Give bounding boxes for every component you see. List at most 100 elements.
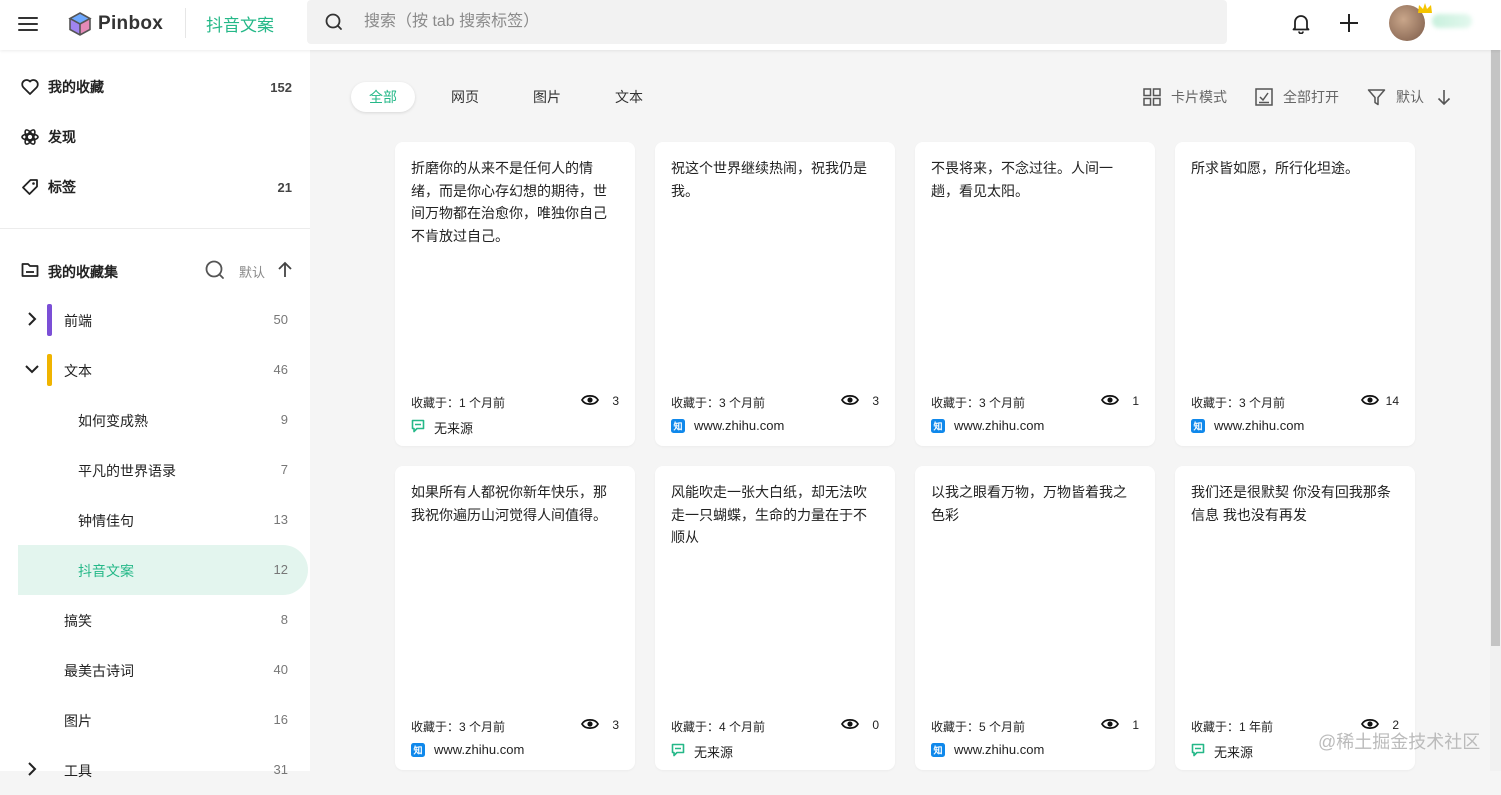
card-mode-button[interactable]: 卡片模式 <box>1143 86 1227 108</box>
folder-beloved-quotes[interactable]: 钟情佳句 13 <box>0 495 310 545</box>
card-saved-time: 收藏于：4 个月前 <box>671 720 766 734</box>
bookmark-card[interactable]: 如果所有人都祝你新年快乐，那我祝你遍历山河觉得人间值得。 收藏于：3 个月前 3 知 w… <box>395 466 635 770</box>
sort-descending-icon[interactable] <box>1435 88 1453 108</box>
card-saved-time: 收藏于：3 个月前 <box>671 396 766 410</box>
card-text: 风能吹走一张大白纸，却无法吹走一只蝴蝶，生命的力量在于不顺从 <box>671 484 867 545</box>
add-icon[interactable] <box>1338 12 1360 34</box>
eye-icon <box>1361 394 1379 406</box>
folder-count: 16 <box>273 712 288 727</box>
folder-text[interactable]: 文本 46 <box>0 345 310 395</box>
bookmark-card[interactable]: 所求皆如愿，所行化坦途。 收藏于：3 个月前 14 知 www.zhihu.com <box>1175 142 1415 446</box>
bookmark-card[interactable]: 我们还是很默契 你没有回我那条信息 我也没有再发 收藏于：1 年前 2 无来源 <box>1175 466 1415 770</box>
folder-color-bar <box>47 354 52 386</box>
folder-count: 9 <box>280 412 288 427</box>
chevron-right-icon[interactable] <box>24 311 40 327</box>
chevron-down-icon[interactable] <box>24 361 40 377</box>
search-input[interactable] <box>362 12 1186 32</box>
filter-icon <box>1367 88 1386 105</box>
no-source-icon <box>411 419 425 433</box>
nav-label: 发现 <box>48 129 76 145</box>
notification-bell-icon[interactable] <box>1290 12 1312 34</box>
folder-funny[interactable]: 搞笑 8 <box>0 595 310 645</box>
bookmark-card[interactable]: 风能吹走一张大白纸，却无法吹走一只蝴蝶，生命的力量在于不顺从 收藏于：4 个月前 0… <box>655 466 895 770</box>
folder-poems[interactable]: 最美古诗词 40 <box>0 645 310 695</box>
card-text: 如果所有人都祝你新年快乐，那我祝你遍历山河觉得人间值得。 <box>411 484 607 523</box>
folder-douyin-copy[interactable]: 抖音文案 12 <box>18 545 308 595</box>
filter-webpage[interactable]: 网页 <box>433 82 497 112</box>
eye-icon <box>1101 718 1119 730</box>
folder-ordinary-world[interactable]: 平凡的世界语录 7 <box>0 445 310 495</box>
card-text: 折磨你的从来不是任何人的情绪，而是你心存幻想的期待，世间万物都在治愈你，唯独你自… <box>411 160 607 244</box>
card-view-count: 3 <box>872 394 879 408</box>
zhihu-icon: 知 <box>931 743 945 757</box>
folder-label: 抖音文案 <box>78 563 134 579</box>
sidebar-item-favorites[interactable]: 我的收藏 152 <box>0 67 310 107</box>
card-source[interactable]: www.zhihu.com <box>1214 418 1304 433</box>
card-source[interactable]: 无来源 <box>1214 742 1253 761</box>
folder-color-bar <box>47 304 52 336</box>
bookmark-card[interactable]: 折磨你的从来不是任何人的情绪，而是你心存幻想的期待，世间万物都在治愈你，唯独你自… <box>395 142 635 446</box>
watermark-text: @稀土掘金技术社区 <box>1318 732 1481 752</box>
card-saved-time: 收藏于：3 个月前 <box>931 396 1026 410</box>
card-source[interactable]: 无来源 <box>434 418 473 437</box>
bookmark-card[interactable]: 祝这个世界继续热闹，祝我仍是我。 收藏于：3 个月前 3 知 www.zhihu.com <box>655 142 895 446</box>
card-source[interactable]: www.zhihu.com <box>954 742 1044 757</box>
search-icon <box>325 13 342 30</box>
chevron-right-icon[interactable] <box>24 761 40 777</box>
tag-icon <box>22 179 38 195</box>
nav-label: 标签 <box>48 179 76 195</box>
scrollbar[interactable] <box>1490 50 1501 771</box>
folder-label: 工具 <box>64 763 92 779</box>
card-saved-time: 收藏于：1 年前 <box>1191 720 1274 734</box>
app-logo[interactable]: Pinbox <box>68 9 163 39</box>
top-header: Pinbox 抖音文案 <box>0 0 1501 50</box>
scrollbar-thumb[interactable] <box>1491 50 1500 646</box>
folder-label: 搞笑 <box>64 613 92 629</box>
folder-how-to-mature[interactable]: 如何变成熟 9 <box>0 395 310 445</box>
folder-frontend[interactable]: 前端 50 <box>0 295 310 345</box>
filter-all[interactable]: 全部 <box>351 82 415 112</box>
folder-images[interactable]: 图片 16 <box>0 695 310 745</box>
zhihu-icon: 知 <box>411 743 425 757</box>
bookmark-card[interactable]: 以我之眼看万物，万物皆着我之色彩 收藏于：5 个月前 1 知 www.zhihu.com <box>915 466 1155 770</box>
eye-icon <box>581 394 599 406</box>
logo-text: Pinbox <box>98 13 164 34</box>
sort-filter-button[interactable]: 默认 <box>1367 86 1424 108</box>
collections-sort-label[interactable]: 默认 <box>239 262 265 281</box>
card-source[interactable]: www.zhihu.com <box>954 418 1044 433</box>
svg-text:知: 知 <box>672 421 682 433</box>
card-view-count: 3 <box>612 718 619 732</box>
eye-icon <box>841 718 859 730</box>
card-view-count: 3 <box>612 394 619 408</box>
folder-label: 前端 <box>64 313 92 329</box>
open-all-button[interactable]: 全部打开 <box>1255 86 1339 108</box>
svg-text:知: 知 <box>1192 421 1202 433</box>
card-saved-time: 收藏于：3 个月前 <box>1191 396 1286 410</box>
sidebar-item-tags[interactable]: 标签 21 <box>0 167 310 207</box>
card-text: 不畏将来，不念过往。人间一趟，看见太阳。 <box>931 160 1113 199</box>
eye-icon <box>581 718 599 730</box>
zhihu-icon: 知 <box>931 419 945 433</box>
filter-image[interactable]: 图片 <box>515 82 579 112</box>
folder-count: 7 <box>280 462 288 477</box>
card-view-count: 1 <box>1132 718 1139 732</box>
pinbox-cube-icon <box>68 12 92 36</box>
card-source[interactable]: 无来源 <box>694 742 733 761</box>
card-source[interactable]: www.zhihu.com <box>694 418 784 433</box>
sidebar-item-discover[interactable]: 发现 <box>0 117 310 157</box>
folder-icon <box>21 263 39 277</box>
folder-count: 12 <box>273 562 288 577</box>
collections-search-icon[interactable] <box>204 259 226 281</box>
folder-label: 图片 <box>64 713 92 729</box>
folder-label: 最美古诗词 <box>64 663 134 679</box>
grid-icon <box>1143 88 1161 106</box>
folder-count: 46 <box>273 362 288 377</box>
zhihu-icon: 知 <box>1191 419 1205 433</box>
search-bar[interactable] <box>307 0 1227 44</box>
menu-icon[interactable] <box>18 14 38 34</box>
sort-ascending-icon[interactable] <box>276 260 294 280</box>
bookmark-card[interactable]: 不畏将来，不念过往。人间一趟，看见太阳。 收藏于：3 个月前 1 知 www.zhihu… <box>915 142 1155 446</box>
card-source[interactable]: www.zhihu.com <box>434 742 524 757</box>
folder-tools[interactable]: 工具 31 <box>0 745 310 795</box>
filter-text[interactable]: 文本 <box>597 82 661 112</box>
